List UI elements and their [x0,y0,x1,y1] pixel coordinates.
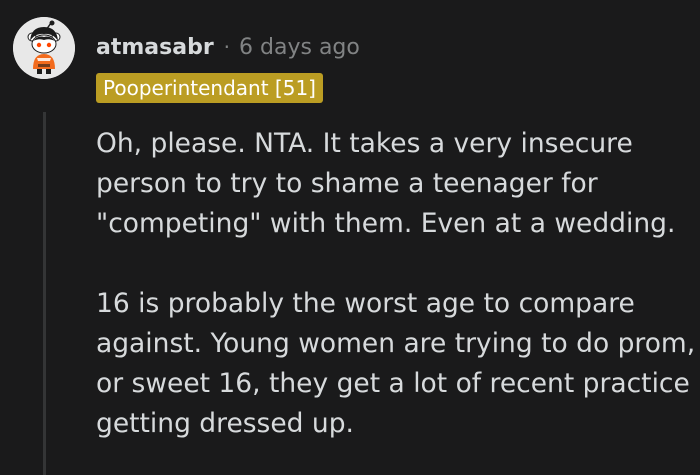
meta-separator: · [223,35,231,59]
snoo-avatar-icon [13,17,75,79]
comment-paragraph: Oh, please. NTA. It takes a very insecur… [96,128,676,239]
user-flair: Pooperintendant [51] [96,73,323,103]
comment: atmasabr · 6 days ago Pooperintendant [5… [0,0,700,475]
comment-body: Oh, please. NTA. It takes a very insecur… [96,124,696,444]
comment-timestamp[interactable]: 6 days ago [239,35,360,60]
comment-paragraph: 16 is probably the worst age to compare … [96,288,696,439]
thread-collapse-line[interactable] [43,112,46,475]
comment-header: atmasabr · 6 days ago [96,30,360,64]
user-avatar[interactable] [13,17,75,79]
username-link[interactable]: atmasabr [96,35,214,60]
